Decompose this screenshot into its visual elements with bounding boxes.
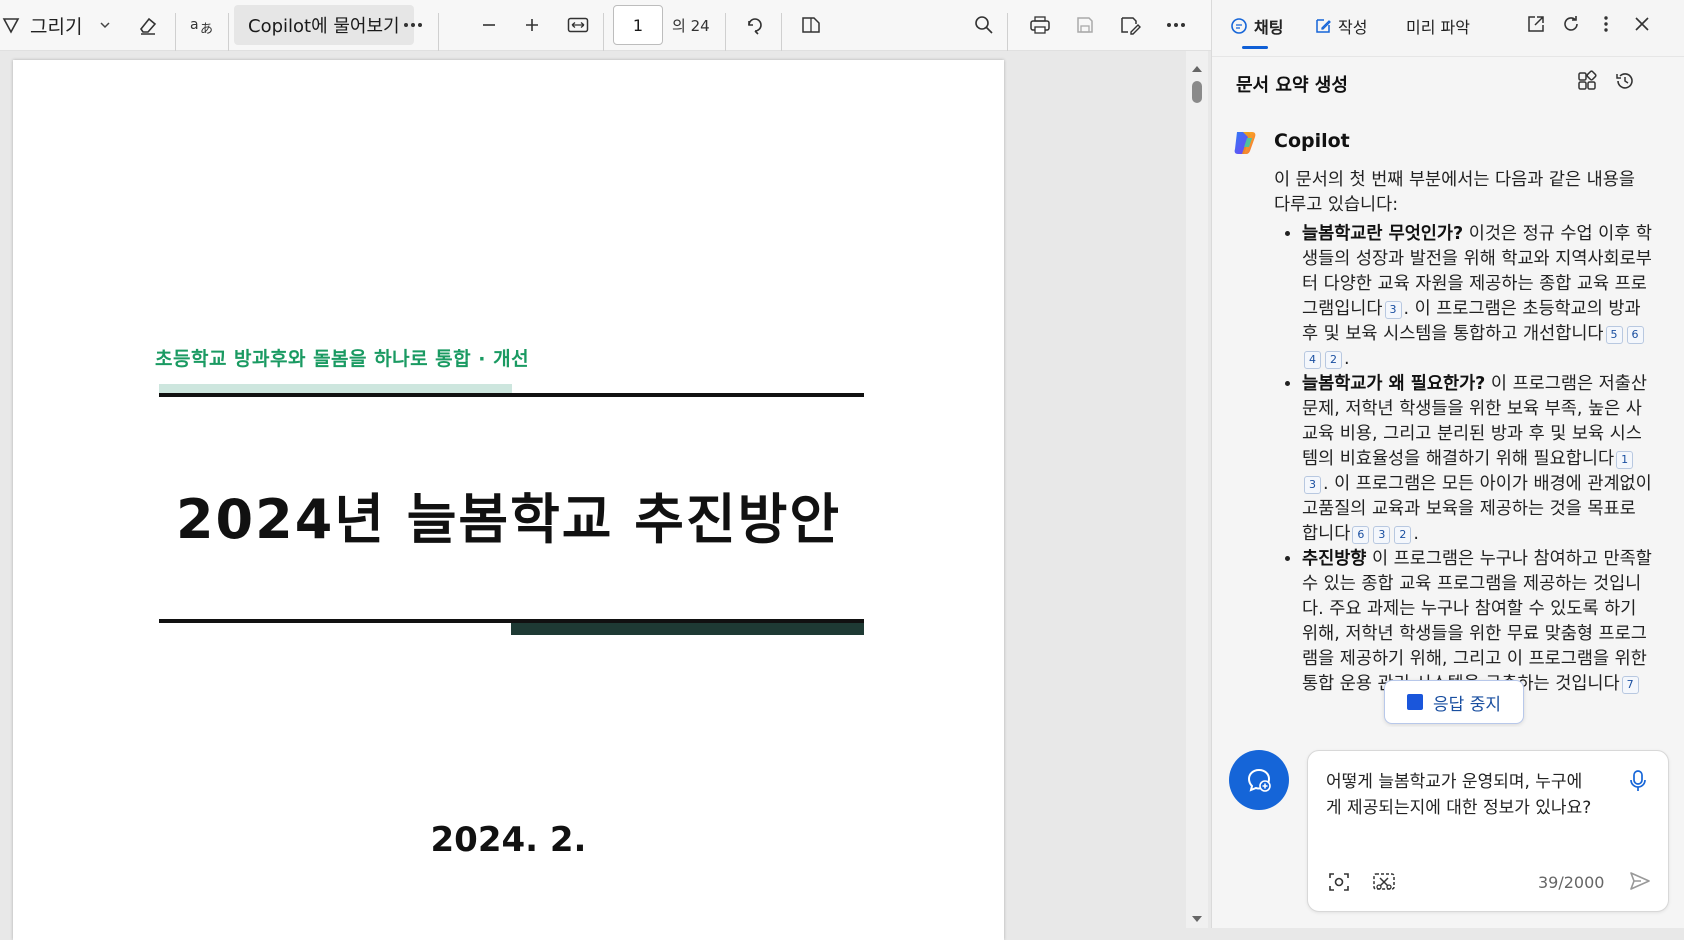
list-item: 늘봄학교가 왜 필요한가? 이 프로그램은 저출산 문제, 저학년 학생들을 위… [1302,372,1654,547]
pdf-toolbar: 그리기 aあ Copilot에 물어보기 1 의 24 [0,0,1211,63]
bullet-text: . [1413,524,1419,544]
citation-badge[interactable]: 3 [1304,476,1321,494]
stop-icon [1407,694,1424,710]
draw-label[interactable]: 그리기 [30,0,82,50]
decorative-bar [511,623,864,635]
character-count: 39/2000 [1538,873,1605,892]
new-chat-icon [1244,765,1274,795]
active-tab-indicator [1242,46,1268,49]
page-number-input[interactable]: 1 [613,5,663,45]
summary-title: 문서 요약 생성 [1236,75,1348,96]
draw-icon[interactable] [0,0,22,50]
chevron-down-icon[interactable] [95,0,115,50]
bullet-text: . [1344,349,1350,369]
pdf-page: 초등학교 방과후와 돌봄을 하나로 통합 · 개선 2024년 늘봄학교 추진방… [13,60,1004,940]
refresh-icon[interactable] [1561,14,1581,38]
citation-badge[interactable]: 2 [1325,351,1342,369]
copilot-sidebar: 채팅 작성 미리 파악 문서 요약 생성 Copilot 이 문서의 첫 번째 … [1211,0,1684,928]
document-viewport[interactable]: 초등학교 방과후와 돌봄을 하나로 통합 · 개선 2024년 늘봄학교 추진방… [0,51,1193,940]
chat-icon [1230,17,1248,35]
citation-badge[interactable]: 5 [1605,326,1623,344]
zoom-in-icon[interactable] [519,0,545,50]
citation-badge[interactable]: 3 [1384,301,1402,319]
svg-text:a: a [190,17,199,33]
citation-badge[interactable]: 4 [1304,351,1321,369]
citation-badge[interactable]: 3 [1373,526,1391,544]
copilot-message: 이 문서의 첫 번째 부분에서는 다음과 같은 내용을 다루고 있습니다: 늘봄… [1274,168,1654,697]
message-intro: 이 문서의 첫 번째 부분에서는 다음과 같은 내용을 다루고 있습니다: [1274,170,1635,215]
list-item: 늘봄학교란 무엇인가? 이것은 정규 수업 이후 학생들의 성장과 발전을 위해… [1302,222,1654,372]
citation-badge[interactable]: 2 [1394,526,1412,544]
read-aloud-icon[interactable]: aあ [185,0,219,50]
scroll-up-icon[interactable] [1191,59,1203,78]
rotate-icon[interactable] [741,0,769,50]
more-options-icon[interactable] [1162,0,1190,50]
message-bullets: 늘봄학교란 무엇인가? 이것은 정규 수업 이후 학생들의 성장과 발전을 위해… [1274,222,1654,697]
copilot-ask-button[interactable]: Copilot에 물어보기 [234,5,414,45]
document-scrollbar[interactable] [1186,51,1208,928]
list-item: 추진방향 이 프로그램은 누구나 참여하고 만족할 수 있는 종합 교육 프로그… [1302,547,1654,697]
history-icon[interactable] [1614,70,1636,96]
microphone-icon[interactable] [1628,769,1648,797]
region-select-icon[interactable] [1372,871,1396,897]
stop-response-button[interactable]: 응답 중지 [1384,680,1524,724]
chat-input[interactable]: 어떻게 늘봄학교가 운영되며, 누구에게 제공되는지에 대한 정보가 있나요? [1326,769,1594,821]
plugins-icon[interactable] [1576,70,1598,96]
citation-badge[interactable]: 6 [1626,326,1644,344]
tab-chat-label: 채팅 [1254,18,1284,37]
copilot-name: Copilot [1274,130,1350,152]
tab-compose-label: 작성 [1338,18,1368,37]
summary-header: 문서 요약 생성 [1212,56,1684,111]
citation-badge[interactable]: 7 [1621,676,1639,694]
chat-composer[interactable]: 어떻게 늘봄학교가 운영되며, 누구에게 제공되는지에 대한 정보가 있나요? … [1307,750,1669,912]
page-total: 의 24 [672,16,710,35]
new-topic-button[interactable] [1229,750,1289,810]
scroll-down-icon[interactable] [1191,909,1203,928]
eraser-icon[interactable] [133,0,163,50]
stop-response-label: 응답 중지 [1433,694,1501,715]
tab-chat[interactable]: 채팅 [1230,0,1283,52]
citation-badge[interactable]: 6 [1352,526,1370,544]
search-icon[interactable] [970,0,998,50]
copilot-logo-icon [1230,128,1260,158]
tab-insights-label: 미리 파악 [1406,18,1470,37]
save-icon[interactable] [1070,0,1100,50]
zoom-out-icon[interactable] [476,0,502,50]
citation-badge[interactable]: 1 [1616,451,1634,469]
document-title: 2024년 늘봄학교 추진방안 [175,488,841,551]
compose-icon [1314,17,1332,35]
bullet-heading: 늘봄학교가 왜 필요한가? [1302,374,1486,394]
bullet-text: 이 프로그램은 누구나 참여하고 만족할 수 있는 종합 교육 프로그램을 제공… [1302,549,1652,694]
more-icon[interactable] [400,0,426,50]
fit-width-icon[interactable] [563,0,593,50]
scrollbar-thumb[interactable] [1192,81,1202,103]
open-external-icon[interactable] [1526,14,1546,38]
document-subtitle: 초등학교 방과후와 돌봄을 하나로 통합 · 개선 [155,348,530,370]
bullet-heading: 추진방향 [1302,549,1367,569]
chat-transcript[interactable]: Copilot 이 문서의 첫 번째 부분에서는 다음과 같은 내용을 다루고 … [1212,112,1672,727]
page-view-icon[interactable] [797,0,825,50]
sidebar-header: 채팅 작성 미리 파악 [1212,0,1684,52]
tab-insights[interactable]: 미리 파악 [1406,0,1470,52]
screenshot-icon[interactable] [1328,871,1350,897]
document-date: 2024. 2. [430,820,587,860]
divider-line [159,393,864,397]
more-vertical-icon[interactable] [1596,14,1616,38]
print-icon[interactable] [1025,0,1055,50]
save-as-icon[interactable] [1115,0,1145,50]
bullet-heading: 늘봄학교란 무엇인가? [1302,224,1464,244]
tab-compose[interactable]: 작성 [1314,0,1367,52]
close-icon[interactable] [1632,14,1652,38]
svg-text:あ: あ [200,22,213,36]
send-icon[interactable] [1628,869,1652,897]
